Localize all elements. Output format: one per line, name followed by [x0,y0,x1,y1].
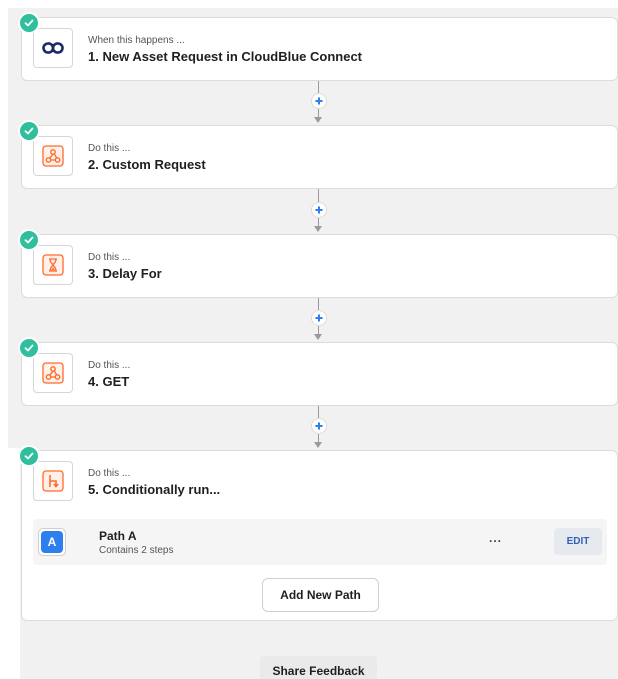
add-new-path-button[interactable]: Add New Path [262,578,379,612]
step-title: 2. Custom Request [88,157,206,172]
step-card-trigger[interactable]: When this happens ... 1. New Asset Reque… [18,12,618,81]
step-subtitle: Do this ... [88,360,131,371]
step-connector [311,298,327,342]
step-subtitle: Do this ... [88,252,131,263]
check-icon [18,120,40,142]
edit-path-button[interactable]: EDIT [554,528,602,555]
step-card-custom-request[interactable]: Do this ... 2. Custom Request [18,120,618,189]
step-subtitle: Do this ... [88,468,131,479]
path-name: Path A [99,529,137,543]
check-icon [18,229,40,251]
paths-icon [33,461,73,501]
step-title: 5. Conditionally run... [88,482,221,497]
step-card-delay[interactable]: Do this ... 3. Delay For [18,229,618,298]
check-icon [18,337,40,359]
more-options-icon[interactable]: ... [489,531,502,545]
webhook-icon [33,136,73,176]
share-feedback-button[interactable]: Share Feedback [260,656,377,679]
add-step-plus-icon[interactable] [311,202,327,218]
step-header[interactable]: Do this ... 5. Conditionally run... [18,445,617,515]
arrow-down-icon [314,226,322,232]
arrow-down-icon [314,442,322,448]
step-connector [311,189,327,234]
cloudblue-logo-icon [33,28,73,68]
check-icon [18,445,40,467]
step-title: 3. Delay For [88,266,162,281]
path-badge: A [41,531,63,553]
add-step-plus-icon[interactable] [311,310,327,326]
step-subtitle: Do this ... [88,143,131,154]
path-row-a[interactable]: A Path A Contains 2 steps ... EDIT [33,519,607,565]
add-step-plus-icon[interactable] [311,418,327,434]
hourglass-icon [33,245,73,285]
step-card-get[interactable]: Do this ... 4. GET [18,337,618,406]
arrow-down-icon [314,117,322,123]
step-title: 4. GET [88,374,130,389]
step-subtitle: When this happens ... [88,35,185,46]
step-connector [311,406,327,450]
webhook-icon [33,353,73,393]
check-icon [18,12,40,34]
step-card-paths: Do this ... 5. Conditionally run... A Pa… [18,445,618,621]
step-connector [311,81,327,125]
arrow-down-icon [314,334,322,340]
add-step-plus-icon[interactable] [311,93,327,109]
step-title: 1. New Asset Request in CloudBlue Connec… [88,49,363,64]
path-step-count: Contains 2 steps [99,545,174,556]
